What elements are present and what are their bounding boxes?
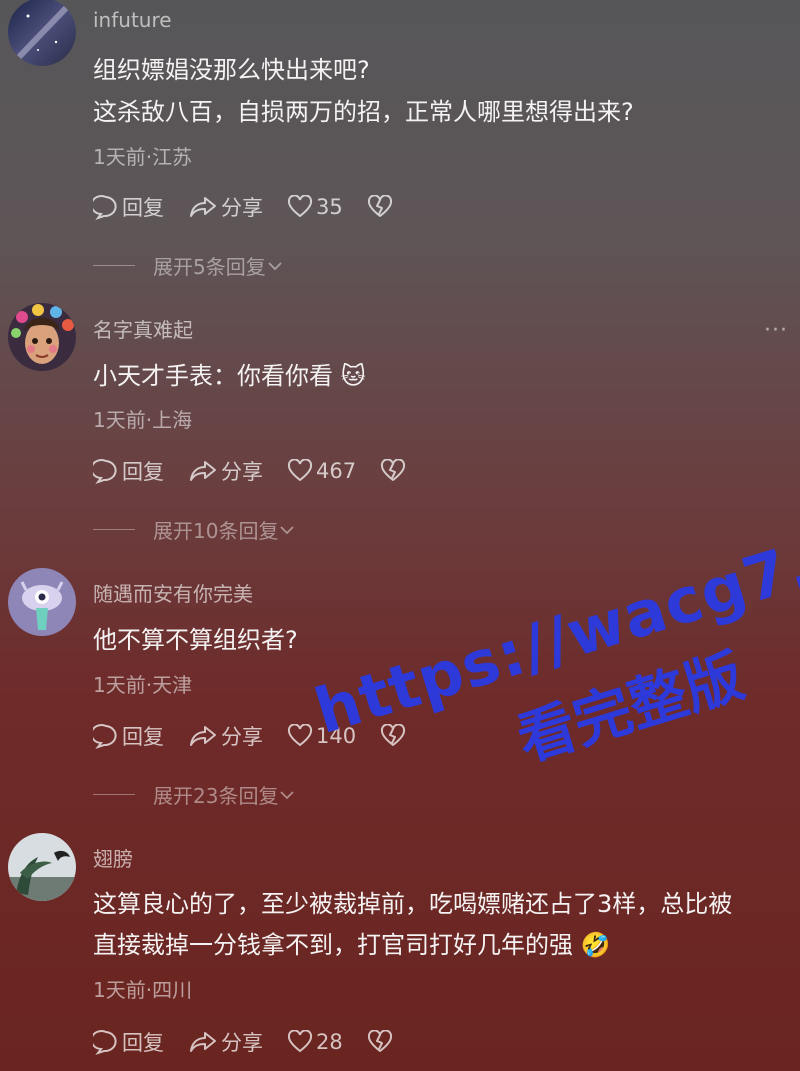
like-count: 467 [316,459,357,483]
comment-meta: 1天前·天津 [93,673,193,697]
broken-heart-icon [381,459,406,481]
reply-button[interactable]: 回复 [93,1027,164,1057]
expand-replies[interactable]: 展开10条回复 [93,515,296,544]
divider [93,265,135,266]
comment-text-line: 组织嫖娼没那么快出来吧? [93,56,370,84]
dislike-button[interactable] [380,459,409,483]
avatar[interactable] [8,833,76,901]
username[interactable]: infuture [93,8,172,32]
share-button[interactable]: 分享 [188,192,263,222]
comment-actions: 回复 分享 28 [93,1027,420,1057]
comment-text-line: 直接裁掉一分钱拿不到，打官司打好几年的强 🤣 [93,931,611,959]
chevron-down-icon [268,261,282,270]
share-icon [190,461,216,481]
like-count: 140 [316,724,357,748]
share-label: 分享 [221,196,263,220]
reply-label: 回复 [122,196,164,220]
username[interactable]: 翅膀 [93,843,133,872]
broken-heart-icon [381,724,406,746]
dislike-button[interactable] [367,1030,396,1054]
heart-icon [287,1030,313,1053]
share-label: 分享 [221,1031,263,1055]
like-button[interactable]: 28 [287,1030,343,1054]
reply-button[interactable]: 回复 [93,456,164,486]
reply-icon [93,1030,117,1055]
like-count: 35 [316,195,343,219]
dislike-button[interactable] [380,724,409,748]
expand-replies-label: 展开10条回复 [153,519,279,543]
share-icon [190,197,216,217]
heart-icon [287,195,313,218]
share-label: 分享 [221,725,263,749]
username[interactable]: 名字真难起 [93,314,193,343]
comment-meta: 1天前·四川 [93,978,193,1002]
watermark-url: https://wacg7.com [306,484,800,749]
share-button[interactable]: 分享 [188,1027,263,1057]
reply-icon [93,459,117,484]
reply-label: 回复 [122,725,164,749]
reply-icon [93,724,117,749]
avatar[interactable] [8,303,76,371]
reply-icon [93,195,117,220]
share-label: 分享 [221,460,263,484]
username[interactable]: 随遇而安有你完美 [93,578,253,607]
more-options-button[interactable]: ··· [764,318,788,343]
avatar[interactable] [8,568,76,636]
broken-heart-icon [367,195,392,217]
chevron-down-icon [280,790,295,799]
reply-label: 回复 [122,460,164,484]
reply-label: 回复 [122,1031,164,1055]
watermark: https://wacg7.com 看完整版 [295,484,800,870]
heart-icon [287,459,313,482]
share-button[interactable]: 分享 [188,456,263,486]
like-button[interactable]: 35 [287,195,343,219]
expand-replies[interactable]: 展开23条回复 [93,780,296,809]
comment-text-line: 这杀敌八百，自损两万的招，正常人哪里想得出来? [93,98,634,126]
heart-icon [287,724,313,747]
avatar[interactable] [8,0,76,66]
expand-replies[interactable]: 展开5条回复 [93,251,284,280]
expand-replies-label: 展开5条回复 [153,255,266,279]
reply-button[interactable]: 回复 [93,192,164,222]
like-count: 28 [316,1030,343,1054]
share-icon [190,726,216,746]
comment-text-line: 小天才手表：你看你看 🐱 [93,362,366,390]
expand-replies-label: 展开23条回复 [153,784,279,808]
comment-actions: 回复 分享 467 [93,456,433,486]
divider [93,794,135,795]
comment-meta: 1天前·江苏 [93,145,193,169]
like-button[interactable]: 140 [287,724,356,748]
like-button[interactable]: 467 [287,459,356,483]
reply-button[interactable]: 回复 [93,721,164,751]
comment-meta: 1天前·上海 [93,408,193,432]
share-icon [190,1032,216,1052]
broken-heart-icon [367,1030,392,1052]
comment-text-line: 这算良心的了，至少被裁掉前，吃喝嫖赌还占了3样，总比被 [93,890,733,918]
comment-text-line: 他不算不算组织者? [93,626,298,654]
divider [93,529,135,530]
comment-actions: 回复 分享 140 [93,721,433,751]
share-button[interactable]: 分享 [188,721,263,751]
chevron-down-icon [280,525,295,534]
comment-actions: 回复 分享 35 [93,192,420,222]
dislike-button[interactable] [367,195,396,219]
